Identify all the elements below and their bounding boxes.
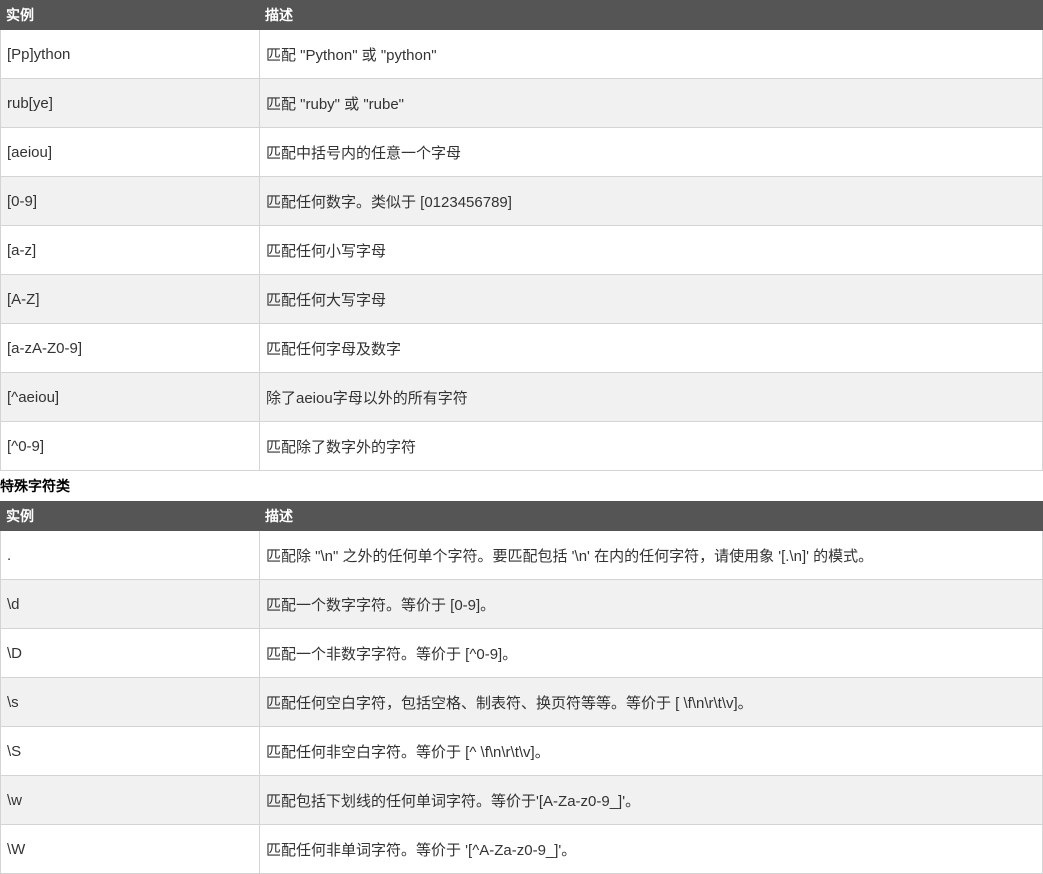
example-cell: .: [0, 530, 260, 580]
description-cell: 匹配除 "\n" 之外的任何单个字符。要匹配包括 '\n' 在内的任何字符，请使…: [259, 530, 1043, 580]
description-cell: 匹配任何非单词字符。等价于 '[^A-Za-z0-9_]'。: [259, 824, 1043, 874]
table-row: [Pp]ython 匹配 "Python" 或 "python": [0, 29, 1043, 79]
table-row: \s 匹配任何空白字符，包括空格、制表符、换页符等等。等价于 [ \f\n\r\…: [0, 677, 1043, 727]
description-cell: 匹配包括下划线的任何单词字符。等价于'[A-Za-z0-9_]'。: [259, 775, 1043, 825]
description-cell: 匹配除了数字外的字符: [259, 421, 1043, 471]
table-row: [aeiou] 匹配中括号内的任意一个字母: [0, 127, 1043, 177]
example-cell: \d: [0, 579, 260, 629]
description-cell: 匹配一个数字字符。等价于 [0-9]。: [259, 579, 1043, 629]
description-cell: 匹配任何空白字符，包括空格、制表符、换页符等等。等价于 [ \f\n\r\t\v…: [259, 677, 1043, 727]
table-row: \w 匹配包括下划线的任何单词字符。等价于'[A-Za-z0-9_]'。: [0, 775, 1043, 825]
example-cell: [A-Z]: [0, 274, 260, 324]
example-cell: \S: [0, 726, 260, 776]
example-cell: [a-zA-Z0-9]: [0, 323, 260, 373]
description-cell: 匹配 "Python" 或 "python": [259, 29, 1043, 79]
description-cell: 匹配一个非数字字符。等价于 [^0-9]。: [259, 628, 1043, 678]
example-cell: rub[ye]: [0, 78, 260, 128]
column-header-description: 描述: [259, 0, 1043, 30]
table-row: \W 匹配任何非单词字符。等价于 '[^A-Za-z0-9_]'。: [0, 824, 1043, 874]
example-cell: \W: [0, 824, 260, 874]
table-row: [a-z] 匹配任何小写字母: [0, 225, 1043, 275]
example-cell: \s: [0, 677, 260, 727]
example-cell: [Pp]ython: [0, 29, 260, 79]
table-header-row: 实例 描述: [0, 0, 1043, 30]
table-row: [A-Z] 匹配任何大写字母: [0, 274, 1043, 324]
example-cell: [aeiou]: [0, 127, 260, 177]
table-row: [0-9] 匹配任何数字。类似于 [0123456789]: [0, 176, 1043, 226]
example-cell: \D: [0, 628, 260, 678]
description-cell: 匹配任何非空白字符。等价于 [^ \f\n\r\t\v]。: [259, 726, 1043, 776]
special-character-class-table: 实例 描述 . 匹配除 "\n" 之外的任何单个字符。要匹配包括 '\n' 在内…: [0, 501, 1043, 874]
description-cell: 匹配任何数字。类似于 [0123456789]: [259, 176, 1043, 226]
section-heading-special-character-classes: 特殊字符类: [0, 478, 70, 494]
description-cell: 匹配任何字母及数字: [259, 323, 1043, 373]
example-cell: [^0-9]: [0, 421, 260, 471]
table-row: [a-zA-Z0-9] 匹配任何字母及数字: [0, 323, 1043, 373]
table-row: \D 匹配一个非数字字符。等价于 [^0-9]。: [0, 628, 1043, 678]
table-row: rub[ye] 匹配 "ruby" 或 "rube": [0, 78, 1043, 128]
description-cell: 匹配中括号内的任意一个字母: [259, 127, 1043, 177]
column-header-example: 实例: [0, 501, 260, 531]
table-row: \S 匹配任何非空白字符。等价于 [^ \f\n\r\t\v]。: [0, 726, 1043, 776]
example-cell: [a-z]: [0, 225, 260, 275]
table-row: \d 匹配一个数字字符。等价于 [0-9]。: [0, 579, 1043, 629]
description-cell: 除了aeiou字母以外的所有字符: [259, 372, 1043, 422]
column-header-example: 实例: [0, 0, 260, 30]
example-cell: [^aeiou]: [0, 372, 260, 422]
description-cell: 匹配任何小写字母: [259, 225, 1043, 275]
table-row: . 匹配除 "\n" 之外的任何单个字符。要匹配包括 '\n' 在内的任何字符，…: [0, 530, 1043, 580]
table-row: [^0-9] 匹配除了数字外的字符: [0, 421, 1043, 471]
example-cell: \w: [0, 775, 260, 825]
description-cell: 匹配任何大写字母: [259, 274, 1043, 324]
description-cell: 匹配 "ruby" 或 "rube": [259, 78, 1043, 128]
table-header-row: 实例 描述: [0, 501, 1043, 531]
character-class-table: 实例 描述 [Pp]ython 匹配 "Python" 或 "python" r…: [0, 0, 1043, 471]
example-cell: [0-9]: [0, 176, 260, 226]
table-row: [^aeiou] 除了aeiou字母以外的所有字符: [0, 372, 1043, 422]
column-header-description: 描述: [259, 501, 1043, 531]
